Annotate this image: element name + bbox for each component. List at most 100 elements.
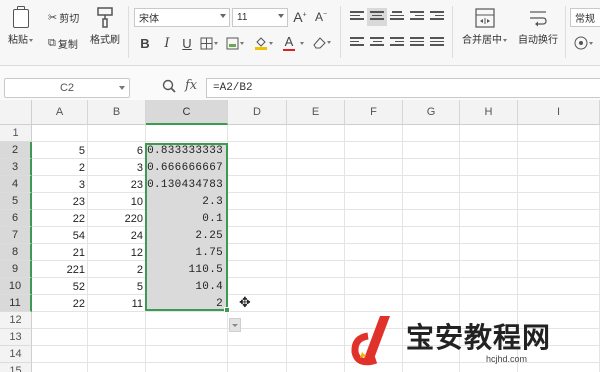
cell[interactable] [287, 142, 345, 159]
cell[interactable] [518, 295, 600, 312]
cell[interactable] [518, 193, 600, 210]
cell[interactable] [518, 176, 600, 193]
cell-c4[interactable]: 0.130434783 [146, 176, 226, 193]
cell[interactable] [345, 159, 403, 176]
cell-b9[interactable]: 2 [88, 261, 146, 278]
cell-c10[interactable]: 10.4 [146, 278, 226, 295]
cell[interactable] [460, 125, 518, 142]
cell[interactable] [518, 261, 600, 278]
cell[interactable] [88, 329, 146, 346]
cell[interactable] [460, 210, 518, 227]
cell[interactable] [518, 125, 600, 142]
cell-a9[interactable]: 221 [32, 261, 88, 278]
increase-font-button[interactable]: A+ [293, 9, 307, 25]
cell[interactable] [460, 278, 518, 295]
font-name-select[interactable]: 宋体 [134, 8, 230, 27]
cell[interactable] [403, 159, 460, 176]
cell[interactable] [228, 125, 287, 142]
quick-analysis-button[interactable] [229, 318, 241, 332]
cut-button[interactable]: ✂ 剪切 [48, 10, 79, 25]
cell[interactable] [345, 176, 403, 193]
cell[interactable] [287, 176, 345, 193]
row-header-10[interactable]: 10 [0, 278, 32, 295]
cell[interactable] [345, 244, 403, 261]
row-header-2[interactable]: 2 [0, 142, 32, 159]
cell[interactable] [403, 244, 460, 261]
cell[interactable] [32, 329, 88, 346]
zoom-formula-icon[interactable] [162, 79, 176, 96]
format-painter-button[interactable]: 格式刷 [90, 6, 120, 46]
cell[interactable] [460, 244, 518, 261]
cell[interactable] [88, 312, 146, 329]
row-header-5[interactable]: 5 [0, 193, 32, 210]
cell[interactable] [518, 159, 600, 176]
cell[interactable] [146, 346, 228, 363]
cell-b10[interactable]: 5 [88, 278, 146, 295]
cell-a2[interactable]: 5 [32, 142, 88, 159]
row-header-7[interactable]: 7 [0, 227, 32, 244]
cell[interactable] [228, 193, 287, 210]
cell[interactable] [228, 363, 287, 372]
cell-a6[interactable]: 22 [32, 210, 88, 227]
column-header-i[interactable]: I [518, 100, 600, 125]
cell[interactable] [32, 312, 88, 329]
cell-a5[interactable]: 23 [32, 193, 88, 210]
cell-b5[interactable]: 10 [88, 193, 146, 210]
cell[interactable] [228, 346, 287, 363]
cell-c3[interactable]: 0.666666667 [146, 159, 226, 176]
font-color-button[interactable]: A [283, 34, 295, 51]
cell[interactable] [345, 261, 403, 278]
cell-c6[interactable]: 0.1 [146, 210, 226, 227]
cell[interactable] [228, 244, 287, 261]
cell-a3[interactable]: 2 [32, 159, 88, 176]
copy-button[interactable]: ⧉ 复制 [48, 36, 78, 51]
paste-button[interactable]: 粘贴 [8, 6, 33, 46]
cell[interactable] [403, 142, 460, 159]
cell[interactable] [32, 363, 88, 372]
cell[interactable] [228, 278, 287, 295]
cell[interactable] [287, 159, 345, 176]
cell[interactable] [88, 346, 146, 363]
cell[interactable] [345, 278, 403, 295]
cell[interactable] [403, 193, 460, 210]
cell[interactable] [228, 210, 287, 227]
cell[interactable] [518, 278, 600, 295]
cell-b4[interactable]: 23 [88, 176, 146, 193]
column-header-f[interactable]: F [345, 100, 403, 125]
cell-a11[interactable]: 22 [32, 295, 88, 312]
row-header-15[interactable]: 15 [0, 363, 32, 372]
align-center-icon[interactable] [370, 37, 384, 49]
font-size-select[interactable]: 11 [232, 8, 288, 27]
cell[interactable] [287, 227, 345, 244]
cell[interactable] [287, 346, 345, 363]
cell-b7[interactable]: 24 [88, 227, 146, 244]
column-header-a[interactable]: A [32, 100, 88, 125]
cell[interactable] [345, 227, 403, 244]
underline-button[interactable]: U [180, 36, 194, 51]
row-header-1[interactable]: 1 [0, 125, 32, 142]
cell[interactable] [403, 227, 460, 244]
indent-decrease-icon[interactable] [410, 11, 424, 23]
column-header-d[interactable]: D [228, 100, 287, 125]
cell[interactable] [345, 142, 403, 159]
cell[interactable] [345, 295, 403, 312]
cell[interactable] [403, 125, 460, 142]
cell[interactable] [88, 125, 146, 142]
name-box[interactable]: C2 [4, 78, 130, 98]
borders-button[interactable] [200, 37, 218, 50]
cell-style-button[interactable] [226, 37, 244, 50]
cell[interactable] [287, 193, 345, 210]
fill-color-button[interactable] [254, 36, 273, 50]
cell[interactable] [228, 176, 287, 193]
align-bottom-icon[interactable] [390, 11, 404, 23]
merge-center-button[interactable]: 合并居中 [462, 8, 507, 46]
row-header-13[interactable]: 13 [0, 329, 32, 346]
cell[interactable] [146, 312, 228, 329]
cell[interactable] [228, 227, 287, 244]
row-header-3[interactable]: 3 [0, 159, 32, 176]
cell[interactable] [146, 363, 228, 372]
cell[interactable] [345, 193, 403, 210]
column-header-e[interactable]: E [287, 100, 345, 125]
cell[interactable] [518, 142, 600, 159]
cell[interactable] [345, 125, 403, 142]
